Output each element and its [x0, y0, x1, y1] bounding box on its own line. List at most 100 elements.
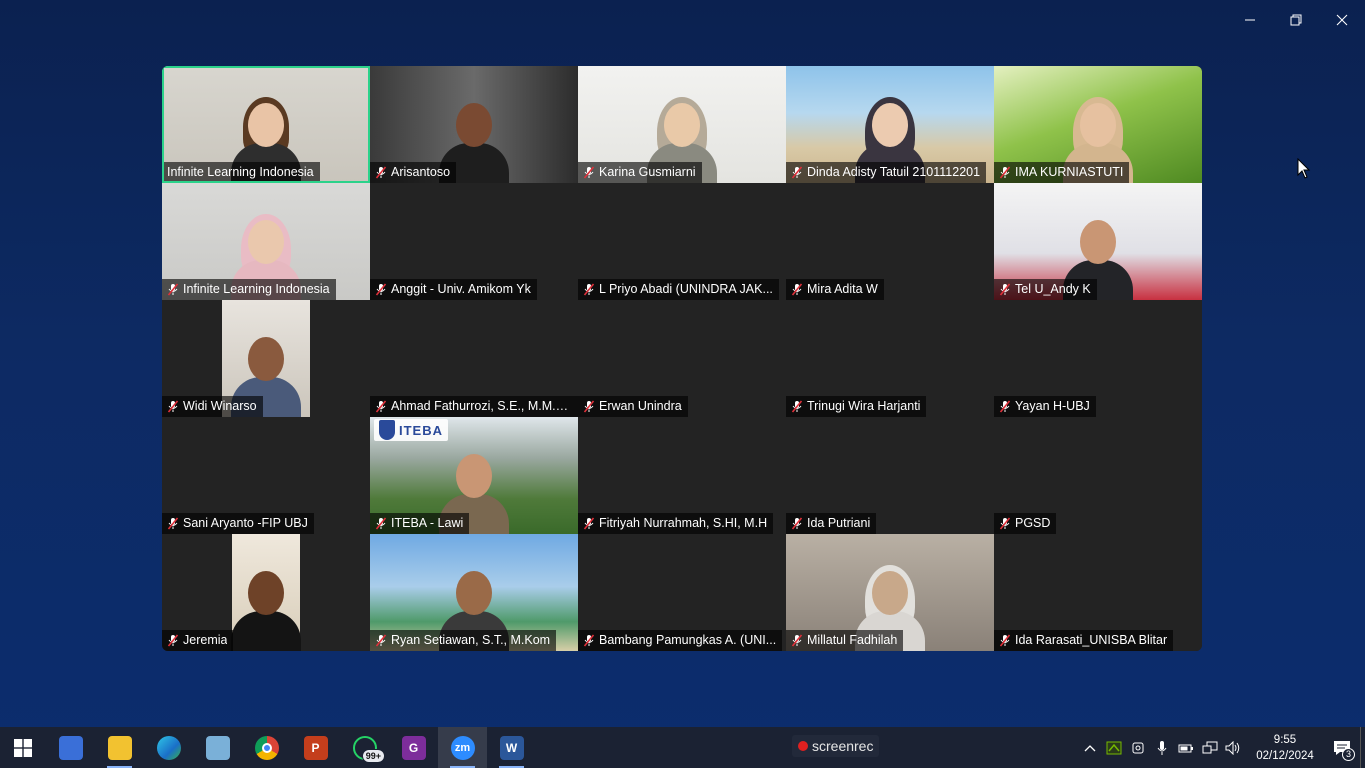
clock-date: 02/12/2024 — [1256, 749, 1314, 762]
participant-name: Jeremia — [183, 633, 228, 647]
edge-icon — [156, 735, 181, 760]
participant-tile[interactable]: L Priyo Abadi (UNINDRA JAK... — [578, 183, 786, 300]
close-button[interactable] — [1319, 0, 1365, 40]
muted-microphone-icon — [791, 517, 803, 530]
muted-microphone-icon — [583, 400, 595, 413]
participant-name-bar: Infinite Learning Indonesia — [162, 279, 336, 300]
participant-tile[interactable]: Dinda Adisty Tatuil 2101112201 — [786, 66, 994, 183]
participant-name: PGSD — [1015, 516, 1051, 530]
system-tray: 9:55 02/12/2024 3 — [1078, 727, 1365, 768]
participant-name-bar: IMA KURNIASTUTI — [994, 162, 1130, 183]
show-hidden-icons-chevron-up-icon[interactable] — [1078, 727, 1102, 768]
taskbar-app[interactable]: G — [389, 727, 438, 768]
participant-name: Ahmad Fathurrozi, S.E., M.M.S... — [391, 399, 572, 413]
participant-tile[interactable]: Infinite Learning Indonesia — [162, 66, 370, 183]
participant-name: Arisantoso — [391, 165, 451, 179]
muted-microphone-icon — [375, 634, 387, 647]
participant-name: Ryan Setiawan, S.T., M.Kom — [391, 633, 551, 647]
participant-tile[interactable]: Yayan H-UBJ — [994, 300, 1202, 417]
participant-tile[interactable]: Bambang Pamungkas A. (UNI... — [578, 534, 786, 651]
participant-name: L Priyo Abadi (UNINDRA JAK... — [599, 282, 773, 296]
participant-name: Bambang Pamungkas A. (UNI... — [599, 633, 777, 647]
notepad-icon — [205, 735, 230, 760]
taskbar-app[interactable] — [95, 727, 144, 768]
taskbar-app[interactable] — [46, 727, 95, 768]
muted-microphone-icon — [791, 400, 803, 413]
start-button[interactable] — [0, 727, 46, 768]
battery-icon[interactable] — [1174, 727, 1198, 768]
participant-name: Trinugi Wira Harjanti — [807, 399, 921, 413]
participant-name: Dinda Adisty Tatuil 2101112201 — [807, 165, 981, 179]
participant-name-bar: Anggit - Univ. Amikom Yk — [370, 279, 537, 300]
participant-name-bar: Yayan H-UBJ — [994, 396, 1096, 417]
show-desktop-button[interactable] — [1360, 727, 1365, 768]
participant-name-bar: Ryan Setiawan, S.T., M.Kom — [370, 630, 557, 651]
participant-name: Ida Putriani — [807, 516, 871, 530]
muted-microphone-icon — [375, 283, 387, 296]
clock[interactable]: 9:55 02/12/2024 — [1246, 732, 1324, 764]
participant-name: Infinite Learning Indonesia — [183, 282, 330, 296]
iteba-logo: ITEBA — [374, 419, 448, 441]
mouse-cursor-icon — [1297, 158, 1311, 179]
participant-name-bar: Sani Aryanto -FIP UBJ — [162, 513, 314, 534]
chrome-icon — [254, 735, 279, 760]
participant-tile[interactable]: Anggit - Univ. Amikom Yk — [370, 183, 578, 300]
muted-microphone-icon — [583, 283, 595, 296]
nvidia-icon[interactable] — [1102, 727, 1126, 768]
taskbar-app[interactable]: 99+ — [340, 727, 389, 768]
taskbar-app[interactable]: zm — [438, 727, 487, 768]
participant-tile[interactable]: Erwan Unindra — [578, 300, 786, 417]
close-icon — [1336, 14, 1348, 26]
participant-tile[interactable]: Millatul Fadhilah — [786, 534, 994, 651]
muted-microphone-icon — [791, 634, 803, 647]
participant-tile[interactable]: Widi Winarso — [162, 300, 370, 417]
participant-tile[interactable]: Trinugi Wira Harjanti — [786, 300, 994, 417]
muted-microphone-icon — [999, 517, 1011, 530]
participant-tile[interactable]: Ahmad Fathurrozi, S.E., M.M.S... — [370, 300, 578, 417]
participant-name-bar: Ida Putriani — [786, 513, 877, 534]
participant-tile[interactable]: Sani Aryanto -FIP UBJ — [162, 417, 370, 534]
participant-name-bar: Erwan Unindra — [578, 396, 688, 417]
volume-icon[interactable] — [1222, 727, 1246, 768]
participant-tile[interactable]: Infinite Learning Indonesia — [162, 183, 370, 300]
participant-tile[interactable]: ITEBA ITEBA - Lawi — [370, 417, 578, 534]
notification-center-button[interactable]: 3 — [1324, 727, 1360, 768]
taskbar-app[interactable] — [193, 727, 242, 768]
participant-tile[interactable]: Ryan Setiawan, S.T., M.Kom — [370, 534, 578, 651]
restore-button[interactable] — [1273, 0, 1319, 40]
taskbar-app[interactable]: P — [291, 727, 340, 768]
restore-icon — [1290, 14, 1302, 26]
participant-name-bar: Bambang Pamungkas A. (UNI... — [578, 630, 783, 651]
participant-tile[interactable]: Jeremia — [162, 534, 370, 651]
file-explorer-icon — [107, 735, 132, 760]
muted-microphone-icon — [167, 517, 179, 530]
microphone-icon[interactable] — [1150, 727, 1174, 768]
participant-tile[interactable]: IMA KURNIASTUTI — [994, 66, 1202, 183]
minimize-button[interactable] — [1227, 0, 1273, 40]
screenrec-label: screenrec — [812, 738, 874, 754]
taskbar-apps: P 99+ Gzm W — [46, 727, 536, 768]
taskbar-app[interactable] — [144, 727, 193, 768]
participant-tile[interactable]: Arisantoso — [370, 66, 578, 183]
participant-tile[interactable]: Mira Adita W — [786, 183, 994, 300]
participant-name-bar: Ahmad Fathurrozi, S.E., M.M.S... — [370, 396, 578, 417]
participant-name-bar: Tel U_Andy K — [994, 279, 1097, 300]
participant-tile[interactable]: Fitriyah Nurrahmah, S.HI, M.H — [578, 417, 786, 534]
participant-name: Mira Adita W — [807, 282, 878, 296]
participant-tile[interactable]: Ida Putriani — [786, 417, 994, 534]
network-icon[interactable] — [1198, 727, 1222, 768]
participant-tile[interactable]: Ida Rarasati_UNISBA Blitar — [994, 534, 1202, 651]
muted-microphone-icon — [375, 166, 387, 179]
screenrec-widget[interactable]: screenrec — [792, 735, 880, 757]
participant-silhouette — [231, 561, 301, 651]
taskbar-app[interactable] — [242, 727, 291, 768]
camera-privacy-icon[interactable] — [1126, 727, 1150, 768]
participant-tile[interactable]: PGSD — [994, 417, 1202, 534]
iteba-logo-text: ITEBA — [399, 422, 443, 438]
participant-tile[interactable]: Karina Gusmiarni — [578, 66, 786, 183]
muted-microphone-icon — [999, 166, 1011, 179]
window-controls — [1227, 0, 1365, 40]
participant-tile[interactable]: Tel U_Andy K — [994, 183, 1202, 300]
taskbar-app[interactable]: W — [487, 727, 536, 768]
muted-microphone-icon — [583, 517, 595, 530]
